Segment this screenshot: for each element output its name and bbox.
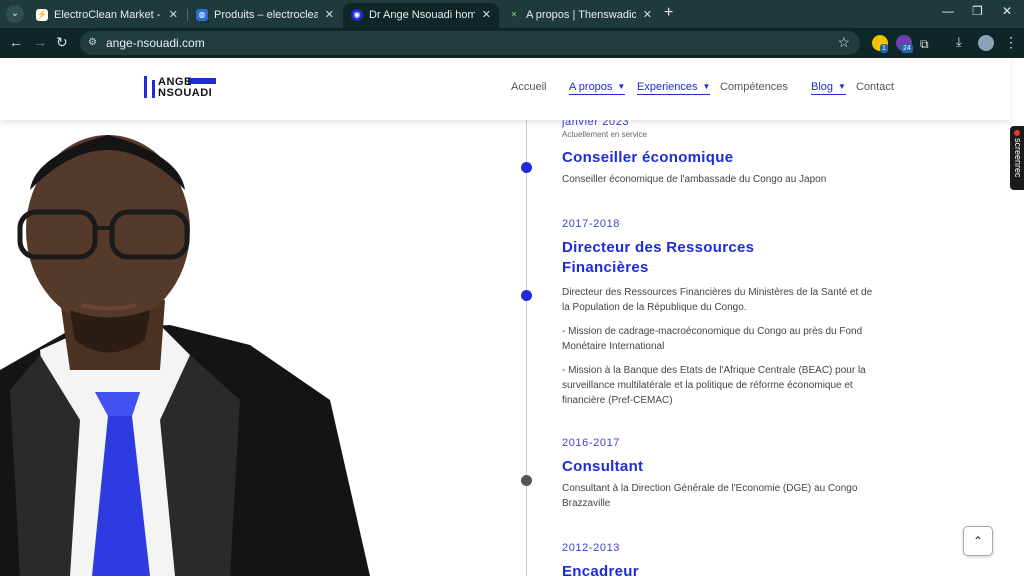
logo-bar	[144, 76, 147, 98]
browser-toolbar: ← → ↻ ⚙ ange-nsouadi.com ☆ 1 24 ⧉ ⤓ ⋮	[0, 28, 1024, 58]
entry-description: Directeur des Ressources Financières du …	[562, 287, 873, 313]
entry-title: Encadreur	[562, 563, 639, 580]
nav-accueil[interactable]: Accueil	[511, 81, 546, 93]
site-info-icon[interactable]: ⚙	[88, 37, 100, 49]
record-dot-icon	[1014, 130, 1020, 136]
entry-title: Consultant	[562, 458, 644, 475]
timeline-dot	[521, 162, 532, 173]
extensions-puzzle-icon[interactable]: ⧉	[920, 36, 929, 52]
timeline-dot	[521, 475, 532, 486]
site-icon: ◉	[351, 9, 363, 21]
extension-badge: 1	[880, 44, 888, 53]
timeline-entry: 2017-2018 Directeur des Ressources Finan…	[562, 218, 882, 408]
tab-search-button[interactable]: ⌄	[6, 5, 24, 23]
site-header: ANGE NSOUADI Accueil A propos ▼ Experienc…	[0, 58, 1010, 120]
browser-tab-bar: ⌄ ⚡ ElectroClean Market - Vision M ✕ ◍ P…	[0, 0, 1024, 28]
entry-description: - Mission à la Banque des Etats de l'Afr…	[562, 365, 866, 406]
tab-title: A propos | Thenswadicast	[526, 9, 636, 21]
close-window-icon[interactable]: ✕	[1002, 4, 1012, 18]
scroll-to-top-button[interactable]: ⌃	[963, 526, 993, 556]
minimize-icon[interactable]: —	[942, 4, 954, 18]
wordpress-icon: ◍	[196, 9, 208, 21]
entry-date: 2017-2018	[562, 218, 621, 230]
nav-contact[interactable]: Contact	[856, 81, 894, 93]
timeline-entry: 2016-2017 Consultant Consultant à la Dir…	[562, 437, 882, 511]
chevron-up-icon: ⌃	[972, 534, 984, 548]
new-tab-icon[interactable]: +	[664, 4, 673, 22]
back-arrow-icon[interactable]: ←	[9, 34, 23, 50]
bookmark-star-icon[interactable]: ☆	[837, 34, 850, 51]
tab-title: ElectroClean Market - Vision M	[54, 9, 162, 21]
address-bar[interactable]: ⚙ ange-nsouadi.com ☆	[80, 31, 860, 55]
close-tab-icon[interactable]: ✕	[169, 3, 178, 28]
entry-description: Conseiller économique de l'ambassade du …	[562, 174, 827, 185]
nav-competences[interactable]: Compétences	[720, 81, 788, 93]
tab-produits[interactable]: ◍ Produits – electroclean ✕	[188, 3, 342, 28]
screenrec-label: screenrec	[1013, 138, 1023, 178]
menu-kebab-icon[interactable]: ⋮	[1004, 34, 1018, 50]
entry-date: 2016-2017	[562, 437, 621, 449]
tab-ange-nsouadi[interactable]: ◉ Dr Ange Nsouadi home - Ange ✕	[343, 3, 499, 28]
caret-down-icon: ▼	[838, 82, 846, 91]
timeline-entry: 2012-2013 Encadreur	[562, 542, 882, 582]
nav-label: Accueil	[511, 81, 547, 93]
nav-blog[interactable]: Blog ▼	[811, 81, 846, 95]
nav-label: A propos	[569, 81, 613, 93]
entry-title: Directeur des Ressources Financières	[562, 239, 755, 276]
logo-accent	[188, 78, 216, 84]
nav-label: Experiences	[637, 81, 698, 93]
close-tab-icon[interactable]: ✕	[325, 3, 334, 28]
electroclean-favicon-icon: ⚡	[36, 9, 48, 21]
nav-label: Blog	[811, 81, 834, 93]
entry-date: 2012-2013	[562, 542, 621, 554]
download-icon[interactable]: ⤓	[956, 34, 962, 50]
profile-portrait-image	[0, 135, 370, 576]
close-tab-icon[interactable]: ✕	[643, 3, 652, 28]
logo-bar	[152, 80, 155, 98]
entry-title: Conseiller économique	[562, 149, 734, 166]
nav-experiences[interactable]: Experiences ▼	[637, 81, 711, 95]
timeline-entry: janvier 2023 Actuellement en service Con…	[562, 116, 882, 187]
tab-electroclean-market[interactable]: ⚡ ElectroClean Market - Vision M ✕	[28, 3, 186, 28]
entry-status: Actuellement en service	[562, 130, 647, 139]
caret-down-icon: ▼	[702, 82, 711, 91]
restore-icon[interactable]: ❐	[972, 4, 983, 18]
timeline-dot	[521, 290, 532, 301]
screenrec-widget[interactable]: screenrec	[1010, 126, 1024, 190]
tab-title: Produits – electroclean	[214, 9, 318, 21]
timeline-line	[526, 120, 527, 576]
reload-icon[interactable]: ↻	[56, 34, 68, 50]
forward-arrow-icon[interactable]: →	[33, 34, 47, 50]
logo-text-line2: NSOUADI	[158, 87, 213, 99]
tab-a-propos[interactable]: ✕ A propos | Thenswadicast ✕	[500, 3, 660, 28]
nav-label: Contact	[856, 81, 894, 93]
url-text[interactable]: ange-nsouadi.com	[106, 36, 205, 50]
entry-description: Consultant à la Direction Générale de l'…	[562, 483, 858, 509]
close-tab-icon[interactable]: ✕	[482, 3, 491, 28]
tab-title: Dr Ange Nsouadi home - Ange	[369, 9, 475, 21]
site-logo[interactable]: ANGE NSOUADI	[144, 76, 220, 102]
entry-description: - Mission de cadrage-macroéconomique du …	[562, 326, 863, 352]
extension-badge: 24	[901, 44, 913, 53]
nav-label: Compétences	[720, 81, 788, 93]
caret-down-icon: ▼	[617, 82, 626, 91]
nav-a-propos[interactable]: A propos ▼	[569, 81, 626, 95]
profile-avatar[interactable]	[978, 35, 994, 51]
site-icon: ✕	[510, 10, 518, 19]
